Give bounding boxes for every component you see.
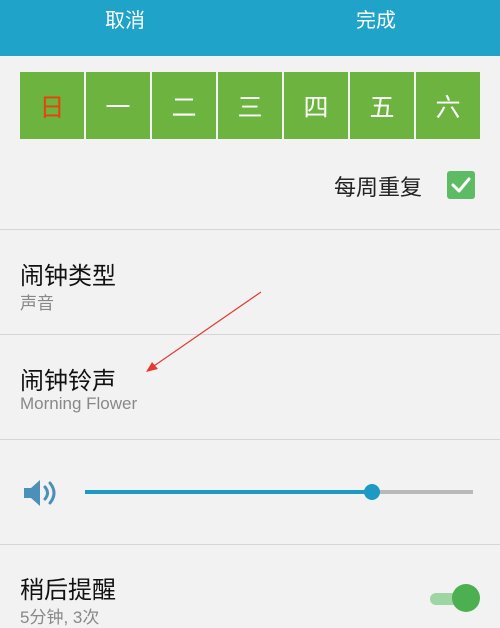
snooze-title: 稍后提醒: [20, 576, 116, 604]
cancel-button[interactable]: 取消: [55, 0, 195, 40]
top-bar: 取消 完成: [0, 0, 500, 56]
ringtone-value: Morning Flower: [20, 394, 138, 413]
volume-slider-fill: [85, 490, 372, 494]
volume-slider-thumb[interactable]: [364, 484, 380, 500]
ringtone-title: 闹钟铃声: [20, 367, 116, 395]
done-button[interactable]: 完成: [306, 0, 446, 40]
day-saturday[interactable]: 六: [416, 72, 480, 139]
repeat-weekly-checkbox[interactable]: [447, 171, 475, 199]
snooze-toggle[interactable]: [430, 584, 480, 614]
day-thursday[interactable]: 四: [284, 72, 348, 139]
divider: [0, 439, 500, 440]
day-wednesday[interactable]: 三: [218, 72, 282, 139]
repeat-weekly-label: 每周重复: [333, 176, 422, 201]
alarm-type-value: 声音: [20, 294, 54, 313]
repeat-weekly-row: 每周重复: [0, 160, 500, 212]
day-sunday[interactable]: 日: [20, 72, 84, 139]
day-friday[interactable]: 五: [350, 72, 414, 139]
day-tuesday[interactable]: 二: [152, 72, 216, 139]
check-icon: [451, 177, 471, 193]
volume-icon: [22, 478, 60, 508]
day-monday[interactable]: 一: [86, 72, 150, 139]
alarm-type-title: 闹钟类型: [20, 262, 116, 290]
snooze-value: 5分钟, 3次: [20, 608, 100, 627]
weekday-selector: 日 一 二 三 四 五 六: [20, 72, 483, 139]
volume-slider[interactable]: [85, 482, 473, 502]
snooze-toggle-thumb: [452, 584, 480, 612]
